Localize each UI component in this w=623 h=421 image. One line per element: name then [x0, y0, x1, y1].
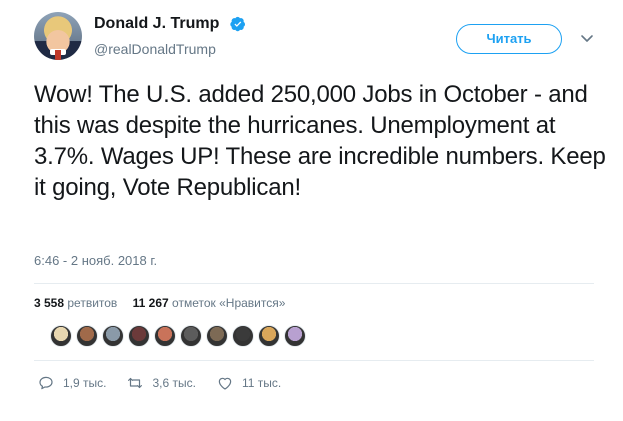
reply-count: 1,9 тыс. — [63, 376, 107, 390]
reply-icon — [39, 376, 53, 390]
liker-avatar[interactable] — [180, 325, 202, 347]
divider-bottom — [34, 360, 594, 361]
user-display-name[interactable]: Donald J. Trump — [94, 15, 219, 33]
likes-label[interactable]: отметок «Нравится» — [172, 296, 285, 310]
retweet-button[interactable]: 3,6 тыс. — [126, 374, 196, 392]
reply-button[interactable]: 1,9 тыс. — [37, 374, 106, 392]
retweets-count[interactable]: 3 558 — [34, 296, 64, 310]
chevron-down-icon[interactable] — [579, 30, 595, 46]
liker-avatar[interactable] — [102, 325, 124, 347]
retweets-label[interactable]: ретвитов — [67, 296, 117, 310]
liker-avatar[interactable] — [154, 325, 176, 347]
tweet-text: Wow! The U.S. added 250,000 Jobs in Octo… — [34, 81, 606, 201]
liker-avatar[interactable] — [258, 325, 280, 347]
liker-avatar[interactable] — [206, 325, 228, 347]
like-count: 11 тыс. — [241, 376, 282, 390]
liker-avatar[interactable] — [232, 325, 254, 347]
heart-icon — [218, 377, 232, 390]
retweet-icon — [128, 377, 143, 389]
tweet-timestamp[interactable]: 6:46 - 2 нояб. 2018 г. — [34, 253, 157, 268]
divider-top — [34, 283, 594, 284]
avatar-tie — [55, 50, 61, 60]
liker-avatar[interactable] — [76, 325, 98, 347]
tweet-actions: 1,9 тыс. 3,6 тыс. 11 тыс. — [37, 374, 301, 392]
user-handle[interactable]: @realDonaldTrump — [94, 41, 216, 57]
retweet-count: 3,6 тыс. — [152, 376, 196, 390]
liker-avatar[interactable] — [128, 325, 150, 347]
liker-avatar[interactable] — [284, 325, 306, 347]
follow-button[interactable]: Читать — [456, 24, 562, 54]
verified-badge-icon — [230, 16, 245, 32]
like-button[interactable]: 11 тыс. — [216, 374, 281, 392]
tweet-stats: 3 558 ретвитов 11 267 отметок «Нравится» — [34, 296, 285, 310]
likes-count[interactable]: 11 267 — [133, 296, 169, 310]
user-avatar[interactable] — [34, 12, 82, 60]
liker-avatar[interactable] — [50, 325, 72, 347]
liker-avatars[interactable] — [50, 325, 306, 349]
